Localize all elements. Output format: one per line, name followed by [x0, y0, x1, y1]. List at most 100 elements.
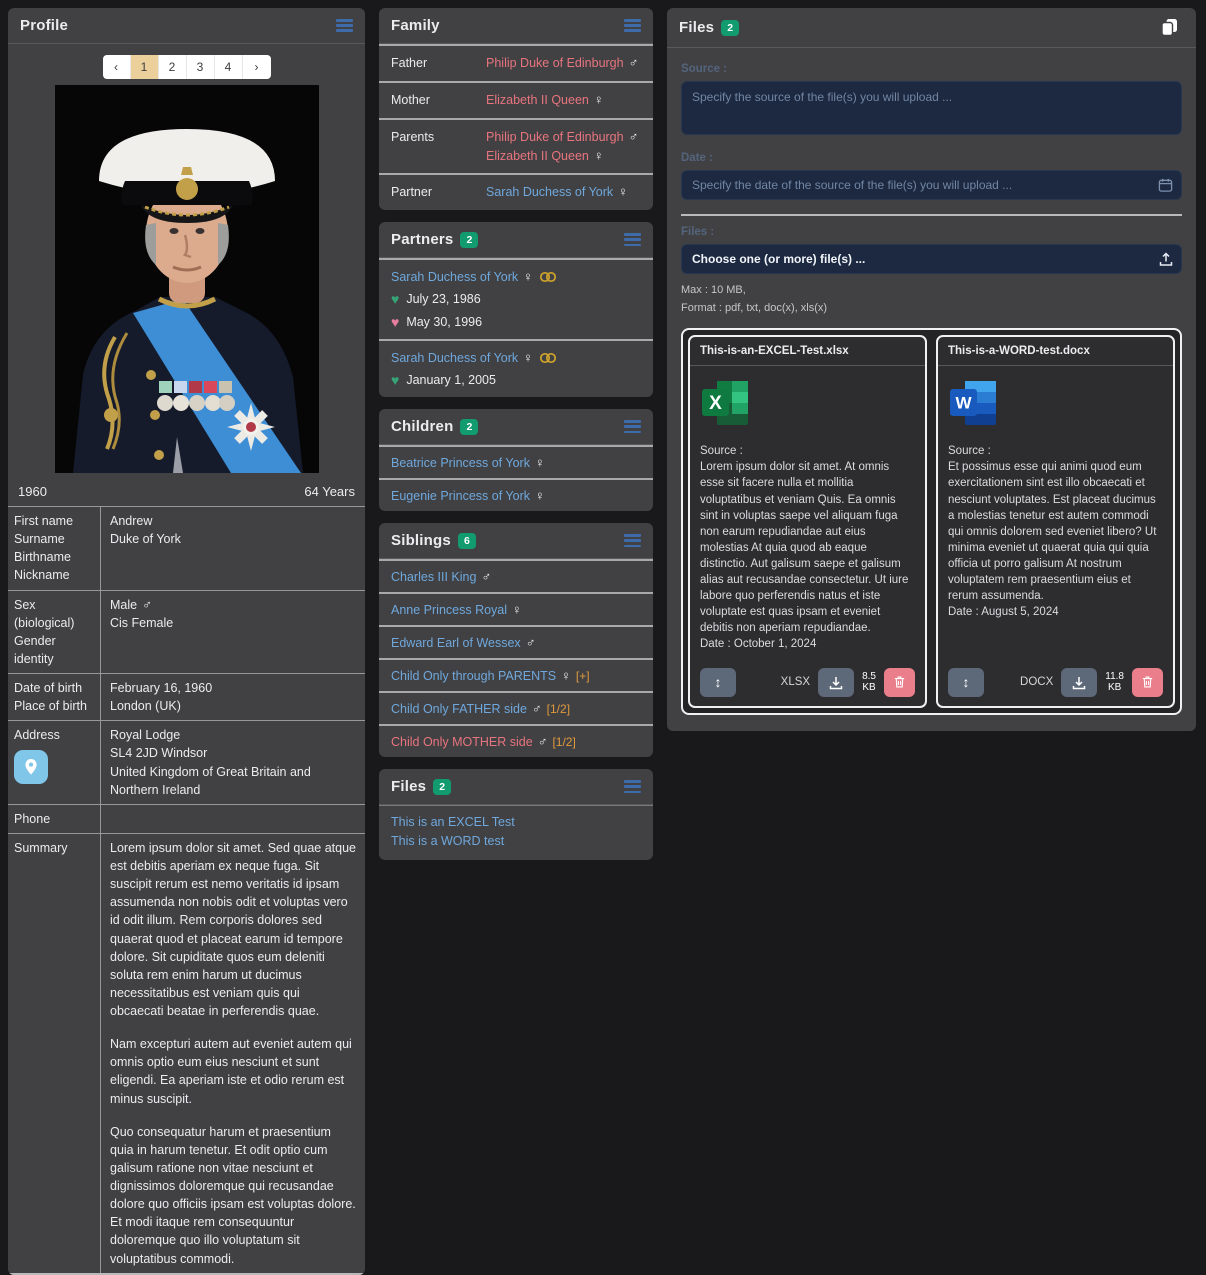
- delete-button[interactable]: [1132, 668, 1163, 697]
- table-row: Sex (biological) Gender identity Male♂ C…: [8, 590, 365, 674]
- delete-button[interactable]: [884, 668, 915, 697]
- date-input[interactable]: [692, 178, 1149, 192]
- file-picker-value: Choose one (or more) file(s) ...: [692, 252, 865, 266]
- file-type: DOCX: [1020, 676, 1053, 688]
- child-row: Beatrice Princess of York♀: [379, 445, 653, 478]
- father-label: Father: [391, 54, 486, 72]
- mother-row: Mother Elizabeth II Queen♀: [379, 81, 653, 118]
- parent-mother-link[interactable]: Elizabeth II Queen: [486, 149, 589, 163]
- partners-title: Partners: [391, 231, 453, 248]
- sibling-link[interactable]: Child Only FATHER side: [391, 702, 527, 716]
- father-row: Father Philip Duke of Edinburgh♂: [379, 44, 653, 81]
- menu-icon[interactable]: [624, 420, 641, 433]
- partner-label: Partner: [391, 183, 486, 201]
- address-label: Address: [14, 726, 94, 744]
- file-link-excel[interactable]: This is an EXCEL Test: [391, 815, 515, 829]
- marriage-heart-icon: ♥: [391, 291, 399, 307]
- file-cards-container: This-is-an-EXCEL-Test.xlsx X: [681, 328, 1182, 714]
- partners-count-badge: 2: [460, 232, 478, 248]
- upload-icon[interactable]: [1159, 252, 1173, 267]
- female-icon: ♀: [535, 488, 545, 503]
- divider: [681, 214, 1182, 216]
- first-name-label: First name: [14, 512, 94, 530]
- child-link[interactable]: Eugenie Princess of York: [391, 489, 530, 503]
- male-icon: ♂: [629, 129, 639, 144]
- partner-entry: Sarah Duchess of York ♀ ♥January 1, 2005: [379, 339, 653, 397]
- sibling-row: Child Only FATHER side♂[1/2]: [379, 691, 653, 724]
- first-name-value: Andrew: [110, 512, 356, 530]
- address-line-1: Royal Lodge: [110, 726, 356, 744]
- partner-link[interactable]: Sarah Duchess of York: [486, 185, 613, 199]
- menu-icon[interactable]: [624, 534, 641, 547]
- copy-icon[interactable]: [1155, 17, 1184, 38]
- menu-icon[interactable]: [624, 233, 641, 246]
- upload-count-badge: 2: [721, 20, 739, 36]
- marriage-heart-icon: ♥: [391, 372, 399, 388]
- partner-entry-link[interactable]: Sarah Duchess of York: [391, 351, 518, 365]
- sibling-link[interactable]: Anne Princess Royal: [391, 603, 507, 617]
- table-row: Summary Lorem ipsum dolor sit amet. Sed …: [8, 833, 365, 1273]
- age: 64 Years: [304, 484, 355, 499]
- file-picker-field[interactable]: Choose one (or more) file(s) ...: [681, 244, 1182, 274]
- upload-notes: Max : 10 MB, Format : pdf, txt, doc(x), …: [681, 282, 1182, 317]
- female-icon: ♀: [618, 184, 628, 199]
- sibling-row: Edward Earl of Wessex♂: [379, 625, 653, 658]
- page-4-button[interactable]: 4: [215, 55, 243, 79]
- child-row: Eugenie Princess of York ♀: [379, 478, 653, 511]
- page-1-button[interactable]: 1: [131, 55, 159, 79]
- card-source-text: Et possimus esse qui animi quod eum exer…: [948, 459, 1163, 604]
- files-list-title: Files: [391, 778, 426, 795]
- word-file-icon: W: [948, 380, 1163, 431]
- page-prev-button[interactable]: ‹: [103, 55, 131, 79]
- map-button[interactable]: [14, 750, 48, 784]
- gender-identity-value: Cis Female: [110, 614, 356, 632]
- resize-button[interactable]: ↕: [700, 668, 736, 697]
- address-line-2: SL4 2JD Windsor: [110, 744, 356, 762]
- summary-text: Lorem ipsum dolor sit amet. Sed quae atq…: [100, 834, 365, 1273]
- child-link[interactable]: Beatrice Princess of York: [391, 456, 530, 470]
- table-row: Date of birth Place of birth February 16…: [8, 673, 365, 720]
- file-type: XLSX: [781, 676, 810, 688]
- source-input[interactable]: [681, 81, 1182, 135]
- date-of-birth-value: February 16, 1960: [110, 679, 356, 697]
- female-icon: ♀: [561, 668, 571, 683]
- profile-table: First name Surname Birthname Nickname An…: [8, 506, 365, 1275]
- menu-icon[interactable]: [624, 780, 641, 793]
- page-2-button[interactable]: 2: [159, 55, 187, 79]
- max-size-note: Max : 10 MB,: [681, 282, 1182, 300]
- table-row: First name Surname Birthname Nickname An…: [8, 506, 365, 590]
- format-note: Format : pdf, txt, doc(x), xls(x): [681, 300, 1182, 318]
- download-button[interactable]: [1061, 668, 1097, 697]
- resize-button[interactable]: ↕: [948, 668, 984, 697]
- menu-icon[interactable]: [624, 19, 641, 32]
- siblings-panel: Siblings 6 Charles III King♂ Anne Prince…: [379, 523, 653, 757]
- menu-icon[interactable]: [336, 19, 353, 32]
- file-size: 8.5KB: [862, 671, 876, 694]
- children-count-badge: 2: [460, 419, 478, 435]
- page-3-button[interactable]: 3: [187, 55, 215, 79]
- siblings-title: Siblings: [391, 532, 451, 549]
- page-next-button[interactable]: ›: [243, 55, 271, 79]
- address-line-3: United Kingdom of Great Britain and Nort…: [110, 763, 356, 799]
- download-button[interactable]: [818, 668, 854, 697]
- file-card-word: This-is-a-WORD-test.docx W: [936, 335, 1175, 707]
- sibling-row: Child Only through PARENTS♀[+]: [379, 658, 653, 691]
- calendar-icon[interactable]: [1158, 178, 1173, 193]
- upload-title: Files: [679, 19, 714, 36]
- male-icon: ♂: [532, 701, 542, 716]
- marriage-date: July 23, 1986: [406, 292, 480, 306]
- divorce-heart-icon: ♥: [391, 314, 399, 330]
- sibling-link[interactable]: Child Only MOTHER side: [391, 735, 533, 749]
- parent-father-link[interactable]: Philip Duke of Edinburgh: [486, 130, 624, 144]
- file-link-word[interactable]: This is a WORD test: [391, 834, 504, 848]
- sibling-row: Charles III King♂: [379, 559, 653, 592]
- partner-entry-link[interactable]: Sarah Duchess of York: [391, 270, 518, 284]
- female-icon: ♀: [512, 602, 522, 617]
- mother-link[interactable]: Elizabeth II Queen: [486, 93, 589, 107]
- sibling-link[interactable]: Charles III King: [391, 570, 476, 584]
- sibling-link[interactable]: Edward Earl of Wessex: [391, 636, 521, 650]
- card-date: Date : October 1, 2024: [700, 636, 915, 652]
- card-source-label: Source :: [700, 443, 915, 459]
- father-link[interactable]: Philip Duke of Edinburgh: [486, 56, 624, 70]
- sibling-link[interactable]: Child Only through PARENTS: [391, 669, 556, 683]
